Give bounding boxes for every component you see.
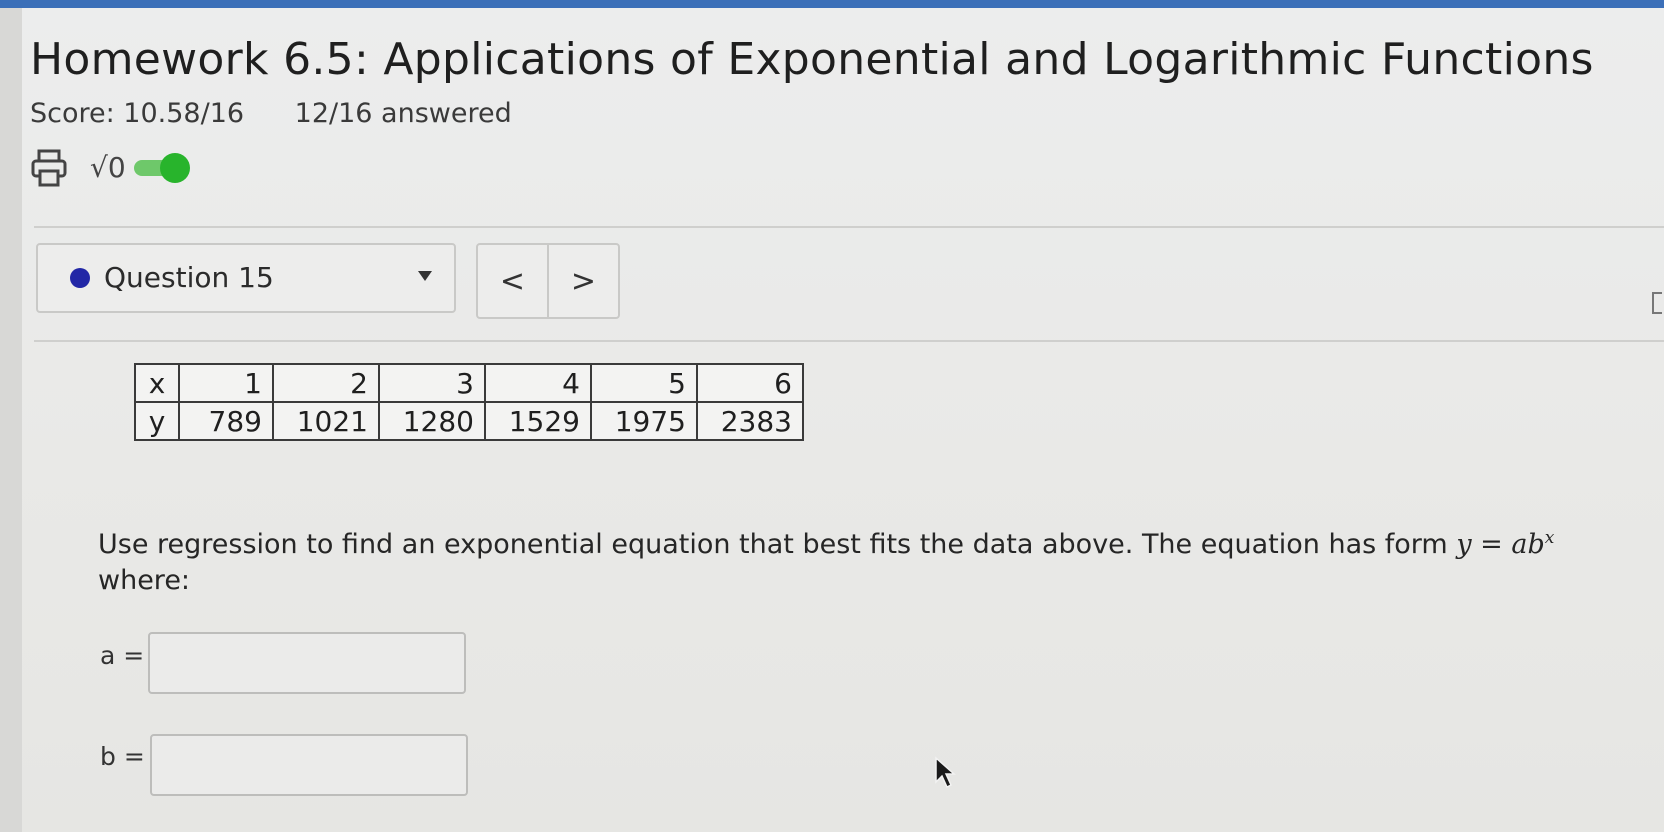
a-field-label: a = — [100, 641, 145, 670]
table-cell: 2 — [272, 363, 380, 403]
table-cell: x — [134, 363, 180, 403]
table-cell: 2383 — [696, 401, 804, 441]
question-select-dropdown[interactable]: Question 15 — [36, 243, 456, 313]
table-cell: 789 — [178, 401, 274, 441]
question-prompt: Use regression to find an exponential eq… — [98, 520, 1578, 599]
question-select-label: Question 15 — [104, 261, 274, 294]
b-answer-input[interactable] — [150, 734, 468, 796]
mouse-pointer-icon — [934, 756, 958, 794]
answered-count: 12/16 answered — [294, 98, 512, 129]
table-cell: 4 — [484, 363, 592, 403]
prompt-end: where: — [98, 565, 191, 596]
toggle-knob — [159, 153, 190, 183]
chevron-down-icon — [418, 271, 432, 281]
next-question-button[interactable]: > — [547, 245, 618, 317]
divider — [34, 226, 1664, 228]
table-cell: 1 — [178, 363, 274, 403]
table-row: x 1 2 3 4 5 6 — [134, 363, 804, 403]
question-nav-buttons: < > — [476, 243, 620, 319]
data-table: x 1 2 3 4 5 6 y 789 1021 1280 1529 1975 … — [134, 363, 804, 441]
prompt-text: Use regression to find an exponential eq… — [98, 529, 1448, 560]
math-toggle-switch[interactable] — [132, 153, 190, 183]
table-cell: 6 — [696, 363, 804, 403]
equation-base: y = ab — [1456, 529, 1545, 560]
printer-icon[interactable] — [30, 148, 68, 188]
b-field-label: b = — [100, 742, 145, 771]
a-answer-input[interactable] — [148, 632, 466, 694]
table-cell: 1975 — [590, 401, 698, 441]
score-text: Score: 10.58/16 — [30, 98, 245, 129]
table-cell: 5 — [590, 363, 698, 403]
toolbar: √0 — [30, 146, 190, 190]
table-row: y 789 1021 1280 1529 1975 2383 — [134, 401, 804, 441]
question-status-dot — [70, 268, 90, 288]
table-cell: 1529 — [484, 401, 592, 441]
top-accent-bar — [0, 0, 1664, 8]
divider — [34, 340, 1664, 342]
previous-question-button[interactable]: < — [478, 245, 547, 317]
score-line: Score: 10.58/16 12/16 answered — [30, 98, 512, 129]
table-cell: 1280 — [378, 401, 486, 441]
table-cell: 3 — [378, 363, 486, 403]
table-cell: y — [134, 401, 180, 441]
math-entry-icon: √0 — [90, 151, 126, 184]
partial-edge-icon[interactable] — [1652, 292, 1662, 314]
page-title: Homework 6.5: Applications of Exponentia… — [30, 34, 1594, 85]
equation-exponent: x — [1544, 528, 1555, 548]
table-cell: 1021 — [272, 401, 380, 441]
equation-form: y = abx — [1456, 528, 1555, 560]
